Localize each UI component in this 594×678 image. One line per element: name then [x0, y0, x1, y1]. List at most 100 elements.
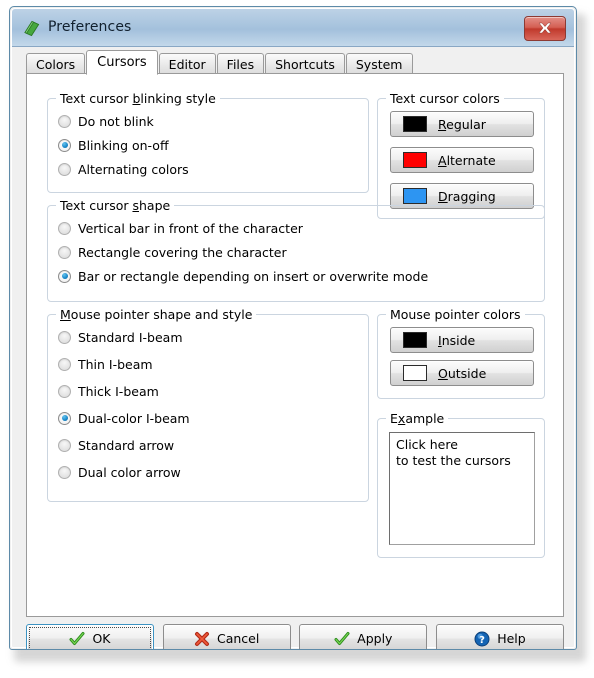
- accel-char: R: [438, 116, 447, 132]
- window-inner-frame: Preferences Colors Cursors Editor Files …: [11, 8, 575, 649]
- radio-rectangle-covering[interactable]: Rectangle covering the character: [58, 241, 287, 263]
- tab-label: Colors: [36, 57, 76, 72]
- tab-editor[interactable]: Editor: [158, 53, 216, 74]
- title-part: hape: [138, 198, 171, 213]
- color-swatch-regular: [403, 116, 427, 132]
- title-part: Text cursor: [60, 198, 133, 213]
- radio-standard-i-beam[interactable]: Standard I-beam: [58, 326, 183, 348]
- ok-button[interactable]: OK: [26, 624, 154, 649]
- radio-label: Thin I-beam: [78, 356, 153, 372]
- color-swatch-inside: [403, 332, 427, 348]
- radio-indicator: [58, 269, 71, 283]
- example-line-1: Click here: [396, 437, 458, 452]
- radio-label: Do not blink: [78, 113, 154, 129]
- radio-indicator: [58, 438, 71, 452]
- radio-bar-or-rectangle[interactable]: Bar or rectangle depending on insert or …: [58, 265, 428, 287]
- group-text-cursor-colors: Text cursor colors Regular Alternate Dra…: [377, 91, 545, 219]
- radio-indicator: [58, 465, 71, 479]
- button-pointer-color-outside[interactable]: Outside: [390, 360, 534, 386]
- tab-label: Cursors: [97, 55, 147, 70]
- question-icon: ?: [474, 631, 490, 647]
- color-swatch-outside: [403, 365, 427, 381]
- cancel-button[interactable]: Cancel: [162, 624, 291, 649]
- tab-shortcuts[interactable]: Shortcuts: [265, 53, 345, 74]
- cross-icon: [194, 631, 210, 647]
- accel-char: M: [60, 307, 71, 322]
- button-cursor-color-regular[interactable]: Regular: [390, 111, 534, 137]
- accel-char: O: [438, 365, 448, 381]
- group-example: Example Click here to test the cursors: [377, 411, 545, 558]
- accel-char: D: [438, 188, 448, 204]
- apply-button[interactable]: Apply: [299, 624, 428, 649]
- radio-alternating-colors[interactable]: Alternating colors: [58, 158, 189, 180]
- dialog-button-bar: OK Cancel Apply ? Help: [26, 624, 564, 649]
- button-label: Alternate: [438, 153, 496, 168]
- close-button[interactable]: [524, 16, 566, 41]
- radio-label: Standard I-beam: [78, 329, 183, 345]
- tab-strip[interactable]: Colors Cursors Editor Files Shortcuts Sy…: [26, 50, 414, 75]
- radio-label: Thick I-beam: [78, 383, 159, 399]
- radio-blinking-on-off[interactable]: Blinking on-off: [58, 134, 169, 156]
- application-icon: [22, 19, 41, 38]
- button-label: Outside: [438, 366, 486, 381]
- example-text-area[interactable]: Click here to test the cursors: [389, 432, 535, 545]
- group-title-example: Example: [386, 411, 449, 426]
- tab-label: Files: [226, 57, 255, 72]
- group-mouse-pointer-shape: Mouse pointer shape and style Standard I…: [47, 307, 369, 502]
- radio-dual-color-i-beam[interactable]: Dual-color I-beam: [58, 407, 190, 429]
- button-label: Dragging: [438, 189, 496, 204]
- window-title: Preferences: [48, 19, 132, 35]
- title-bar[interactable]: Preferences: [12, 9, 574, 47]
- button-label: OK: [92, 631, 111, 646]
- tab-label: System: [355, 57, 403, 72]
- help-button[interactable]: ? Help: [435, 624, 564, 649]
- radio-dual-color-arrow[interactable]: Dual color arrow: [58, 461, 181, 483]
- radio-label: Rectangle covering the character: [78, 244, 287, 260]
- radio-indicator: [58, 114, 71, 128]
- radio-indicator: [58, 330, 71, 344]
- radio-label: Bar or rectangle depending on insert or …: [78, 268, 429, 284]
- radio-vertical-bar[interactable]: Vertical bar in front of the character: [58, 217, 303, 239]
- radio-do-not-blink[interactable]: Do not blink: [58, 110, 154, 132]
- title-part: ouse pointer shape and style: [70, 307, 253, 322]
- label-rest: egular: [446, 116, 486, 132]
- radio-label: Blinking on-off: [78, 137, 169, 153]
- button-pointer-color-inside[interactable]: Inside: [390, 327, 534, 353]
- radio-thin-i-beam[interactable]: Thin I-beam: [58, 353, 153, 375]
- radio-label: Alternating colors: [78, 161, 189, 177]
- group-title-text-cursor-colors: Text cursor colors: [386, 91, 504, 106]
- radio-label: Dual color arrow: [78, 464, 181, 480]
- radio-label: Standard arrow: [78, 437, 175, 453]
- tab-files[interactable]: Files: [216, 53, 265, 74]
- label-rest: nside: [441, 332, 476, 348]
- group-text-cursor-shape: Text cursor shape Vertical bar in front …: [47, 198, 545, 302]
- title-part: Text cursor: [60, 91, 133, 106]
- button-label: Help: [497, 631, 526, 646]
- button-label: Regular: [438, 117, 486, 132]
- button-cursor-color-alternate[interactable]: Alternate: [390, 147, 534, 173]
- radio-indicator: [58, 411, 71, 425]
- preferences-window: Preferences Colors Cursors Editor Files …: [9, 6, 577, 650]
- group-title-mouse-pointer-shape: Mouse pointer shape and style: [56, 307, 257, 322]
- accel-char: A: [438, 152, 447, 168]
- title-part: linking style: [140, 91, 216, 106]
- radio-indicator: [58, 162, 71, 176]
- color-swatch-dragging: [403, 188, 427, 204]
- button-label: Apply: [357, 631, 393, 646]
- tab-cursors[interactable]: Cursors: [86, 50, 158, 75]
- radio-standard-arrow[interactable]: Standard arrow: [58, 434, 174, 456]
- example-line-2: to test the cursors: [396, 453, 511, 468]
- title-part: E: [390, 411, 398, 426]
- radio-thick-i-beam[interactable]: Thick I-beam: [58, 380, 159, 402]
- label-rest: lternate: [446, 152, 496, 168]
- group-title-text-cursor-shape: Text cursor shape: [56, 198, 175, 213]
- desktop-backdrop: Preferences Colors Cursors Editor Files …: [0, 0, 594, 678]
- group-mouse-pointer-colors: Mouse pointer colors Inside Outside: [377, 307, 545, 399]
- radio-indicator: [58, 221, 71, 235]
- tab-colors[interactable]: Colors: [26, 53, 86, 74]
- tab-system[interactable]: System: [345, 53, 413, 74]
- title-part: ample: [405, 411, 445, 426]
- color-swatch-alternate: [403, 152, 427, 168]
- radio-label: Vertical bar in front of the character: [78, 220, 303, 236]
- check-icon: [69, 631, 85, 647]
